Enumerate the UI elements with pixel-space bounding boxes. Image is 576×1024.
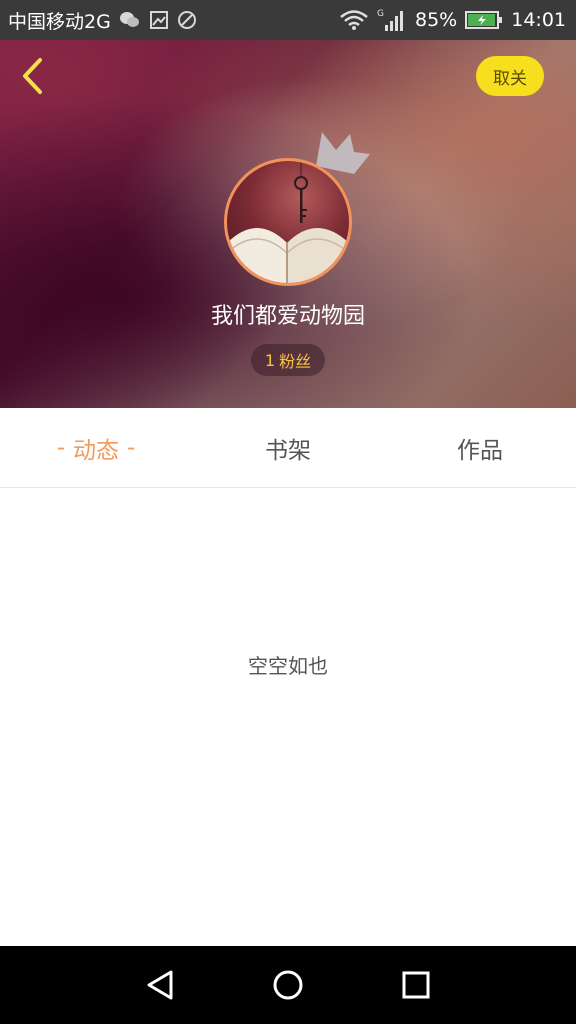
back-button[interactable] — [14, 56, 50, 96]
book-key-image — [227, 161, 349, 283]
username: 我们都爱动物园 — [210, 304, 365, 329]
cell-signal-icon: G — [377, 7, 407, 33]
signal-type-label: G — [377, 9, 384, 19]
avatar-group — [224, 132, 370, 286]
tab-feed-label: 动态 — [73, 437, 119, 464]
active-tab-dash-left: - — [56, 434, 65, 461]
wechat-icon — [119, 10, 141, 30]
status-left: 中国移动2G — [8, 7, 197, 34]
wifi-icon — [339, 9, 369, 31]
tab-works[interactable]: 作品 — [384, 408, 576, 487]
nav-recents-button[interactable] — [386, 955, 446, 1015]
chevron-left-icon — [23, 58, 42, 94]
profile-header: 取关 我们都爱动物园 1 粉丝 — [0, 40, 576, 408]
image-icon — [149, 10, 169, 30]
active-tab-dash-right: - — [127, 434, 136, 461]
tab-bookshelf[interactable]: 书架 — [192, 408, 384, 487]
avatar[interactable] — [224, 158, 352, 286]
fans-count: 1 — [264, 350, 276, 370]
blocked-icon — [177, 10, 197, 30]
system-nav-bar — [0, 946, 576, 1024]
carrier-label: 中国移动2G — [8, 10, 111, 33]
tab-bar: - 动态 - 书架 作品 — [0, 408, 576, 488]
tab-works-label: 作品 — [457, 437, 503, 464]
circle-home-icon — [273, 970, 303, 1000]
nav-back-button[interactable] — [130, 955, 190, 1015]
fans-label: 粉丝 — [279, 352, 312, 371]
unfollow-button[interactable]: 取关 — [476, 56, 544, 96]
battery-charging-icon — [465, 10, 503, 30]
status-right: G 85% 14:01 — [339, 7, 566, 33]
square-recents-icon — [402, 971, 430, 999]
tab-bookshelf-label: 书架 — [265, 437, 311, 464]
fans-badge[interactable]: 1 粉丝 — [251, 344, 325, 376]
clock: 14:01 — [511, 9, 566, 31]
tab-feed[interactable]: - 动态 - — [0, 408, 192, 487]
empty-state-text: 空空如也 — [248, 654, 328, 678]
battery-percent: 85% — [415, 9, 458, 31]
triangle-back-icon — [147, 970, 173, 1000]
nav-home-button[interactable] — [258, 955, 318, 1015]
status-bar: 中国移动2G G 85% 14:01 — [0, 0, 576, 40]
